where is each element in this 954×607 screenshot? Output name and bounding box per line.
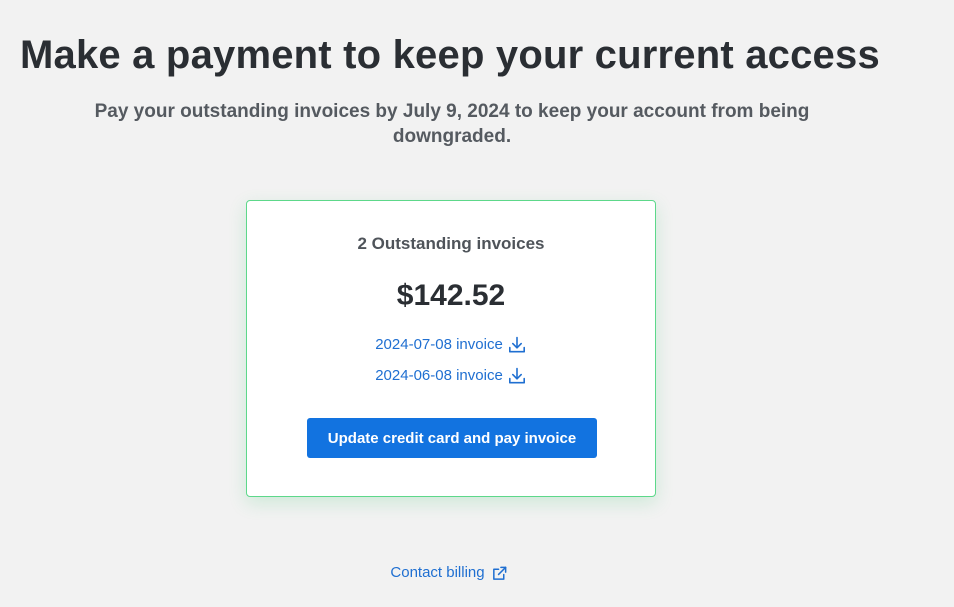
list-item: 2024-07-08 invoice xyxy=(247,329,655,360)
download-icon xyxy=(507,366,527,386)
outstanding-invoices-card: 2 Outstanding invoices $142.52 2024-07-0… xyxy=(246,200,656,497)
external-link-icon xyxy=(491,565,508,582)
invoice-list: 2024-07-08 invoice 2024-06-08 invoice xyxy=(247,329,655,391)
contact-billing-label: Contact billing xyxy=(390,564,485,581)
invoice-link-label: 2024-06-08 invoice xyxy=(375,366,503,384)
contact-billing-link[interactable]: Contact billing xyxy=(390,562,507,584)
payment-page: Make a payment to keep your current acce… xyxy=(0,0,954,607)
download-icon xyxy=(507,335,527,355)
invoice-download-link[interactable]: 2024-06-08 invoice xyxy=(375,360,527,391)
amount-due: $142.52 xyxy=(396,279,506,312)
contact-billing-container: Contact billing xyxy=(0,562,898,584)
page-subtitle: Pay your outstanding invoices by July 9,… xyxy=(94,101,810,147)
list-item: 2024-06-08 invoice xyxy=(247,360,655,391)
outstanding-invoices-heading: 2 Outstanding invoices xyxy=(357,234,545,253)
update-card-and-pay-button[interactable]: Update credit card and pay invoice xyxy=(307,418,597,458)
invoice-link-label: 2024-07-08 invoice xyxy=(375,335,503,353)
invoice-download-link[interactable]: 2024-07-08 invoice xyxy=(375,329,527,360)
page-title: Make a payment to keep your current acce… xyxy=(20,33,880,77)
